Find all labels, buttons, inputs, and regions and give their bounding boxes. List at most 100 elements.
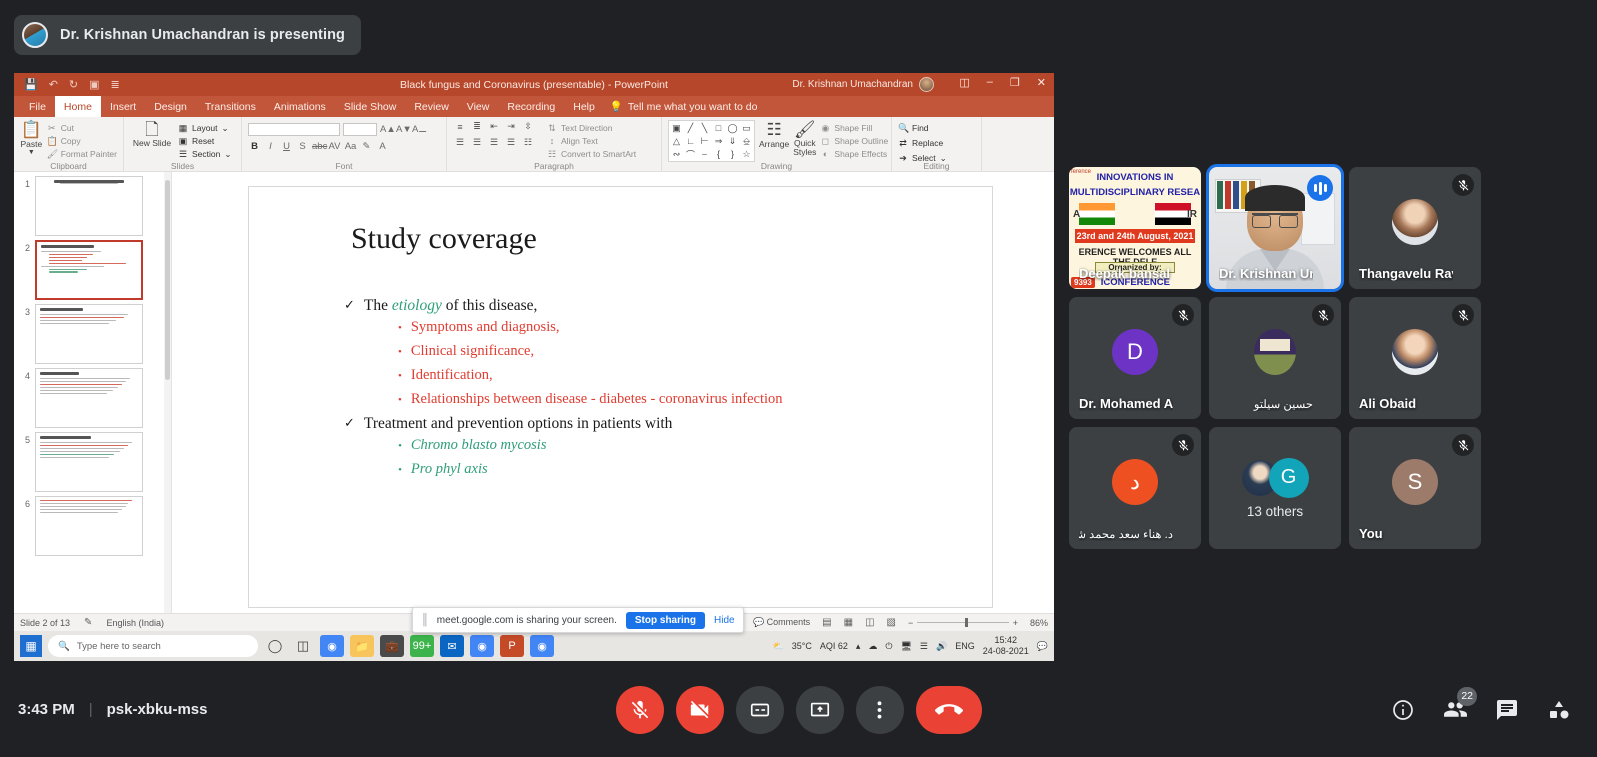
increase-indent-icon[interactable]: ⇥ <box>504 120 518 133</box>
justify-icon[interactable]: ☰ <box>504 136 518 149</box>
shape-line-icon[interactable]: ╱ <box>684 122 697 134</box>
shape-effects-button[interactable]: ◐ Shape Effects <box>820 148 888 160</box>
participant-tile-krishnan-umachandran[interactable]: Dr. Krishnan Um... <box>1206 164 1344 292</box>
thumbnail-preview[interactable] <box>35 368 143 428</box>
reset-button[interactable]: ▣ Reset <box>178 135 231 147</box>
taskbar-search-input[interactable]: 🔍 Type here to search <box>48 635 258 657</box>
show-hidden-icons[interactable]: ▴ <box>856 641 861 652</box>
task-view-icon[interactable]: ◫ <box>292 635 314 657</box>
weather-icon[interactable]: ⛅ <box>772 641 783 652</box>
participant-tile-ali-obaid[interactable]: Ali Obaid <box>1349 297 1481 419</box>
tab-view[interactable]: View <box>458 96 499 117</box>
stop-sharing-button[interactable]: Stop sharing <box>625 611 706 629</box>
ribbon-display-options-icon[interactable]: ◫ <box>959 76 969 89</box>
section-button[interactable]: ☰ Section ⌄ <box>178 148 232 160</box>
battery-icon[interactable]: ⏻ <box>885 641 892 652</box>
copy-button[interactable]: 📋 Copy <box>47 135 117 147</box>
slide-body-placeholder[interactable]: ✓ The etiology of this disease, • Sympto… <box>344 297 974 485</box>
convert-smartart-button[interactable]: ☷ Convert to SmartArt <box>547 148 636 160</box>
participant-tile-mohamed-ash[interactable]: D Dr. Mohamed Ash... <box>1069 297 1201 419</box>
slide-thumbnail-pane[interactable]: 1 2 3 4 5 6 <box>14 172 172 613</box>
shape-flowchart-icon[interactable]: ⎒ <box>740 135 753 147</box>
drag-handle-icon[interactable]: ║ <box>421 614 429 626</box>
language-label[interactable]: English (India) <box>106 618 164 628</box>
shape-star-icon[interactable]: ☆ <box>740 148 753 160</box>
slide-thumbnail[interactable]: 3 <box>14 300 171 364</box>
start-button[interactable]: ▦ <box>20 635 42 657</box>
increase-font-size-icon[interactable]: A▲ <box>380 124 396 135</box>
slide-title[interactable]: Study coverage <box>351 222 537 256</box>
thumbnail-preview[interactable] <box>35 304 143 364</box>
shape-textbox-icon[interactable]: ▣ <box>670 122 683 134</box>
taskbar-app-chrome[interactable]: ◉ <box>320 635 344 657</box>
network-icon[interactable]: 🖥 <box>900 641 911 652</box>
thumbnail-preview[interactable] <box>35 176 143 236</box>
tab-help[interactable]: Help <box>564 96 604 117</box>
more-options-button[interactable] <box>855 685 904 734</box>
clear-formatting-icon[interactable]: A⚊ <box>412 124 427 135</box>
thumbnail-scrollbar[interactable] <box>164 172 171 613</box>
tab-animations[interactable]: Animations <box>265 96 335 117</box>
paste-button[interactable]: 📋 Paste ▼ <box>20 120 43 156</box>
chevron-down-icon[interactable]: ▼ <box>28 149 35 156</box>
text-direction-button[interactable]: ⇅ Text Direction <box>547 122 636 134</box>
format-painter-button[interactable]: 🖌 Format Painter <box>47 148 117 160</box>
tab-slide-show[interactable]: Slide Show <box>335 96 406 117</box>
align-text-button[interactable]: ↕ Align Text <box>547 135 636 147</box>
slide-show-view-icon[interactable]: ▧ <box>887 617 896 628</box>
weather-temp[interactable]: 35°C <box>792 641 812 651</box>
shape-arc-icon[interactable]: ⌣ <box>698 148 711 160</box>
zoom-level-label[interactable]: 86% <box>1030 618 1048 628</box>
minimize-icon[interactable]: – <box>987 76 993 89</box>
taskbar-clock[interactable]: 15:42 24-08-2021 <box>983 635 1029 657</box>
thumbnail-preview[interactable] <box>35 432 143 492</box>
layout-button[interactable]: ▦ Layout ⌄ <box>178 122 231 134</box>
tab-insert[interactable]: Insert <box>101 96 145 117</box>
taskbar-app-powerpoint[interactable]: P <box>500 635 524 657</box>
show-everyone-icon[interactable]: 22 <box>1441 686 1477 724</box>
shape-right-arrow-icon[interactable]: ⇒ <box>712 135 725 147</box>
new-slide-button[interactable]: 🗋 New Slide <box>130 120 174 148</box>
slide-thumbnail[interactable]: 4 <box>14 364 171 428</box>
zoom-out-icon[interactable]: − <box>908 618 913 628</box>
shape-down-arrow-icon[interactable]: ⇓ <box>726 135 739 147</box>
comments-button[interactable]: 💬 Comments <box>753 617 810 628</box>
bullets-icon[interactable]: ≡ <box>453 120 467 133</box>
redo-icon[interactable]: ↻ <box>69 78 78 91</box>
align-right-icon[interactable]: ☰ <box>487 136 501 149</box>
hide-sharing-bar-button[interactable]: Hide <box>714 615 735 626</box>
thumbnail-preview[interactable] <box>35 240 143 300</box>
replace-button[interactable]: ⇄ Replace <box>898 137 947 149</box>
slide-thumbnail[interactable]: 5 <box>14 428 171 492</box>
current-slide[interactable]: Study coverage ✓ The etiology of this di… <box>248 186 993 608</box>
align-left-icon[interactable]: ☰ <box>453 136 467 149</box>
columns-icon[interactable]: ☷ <box>521 136 535 149</box>
shape-scribble-icon[interactable]: ∾ <box>670 148 683 160</box>
numbering-icon[interactable]: ≣ <box>470 120 484 133</box>
participant-tile-others[interactable]: G 13 others <box>1209 427 1341 549</box>
tab-home[interactable]: Home <box>54 96 101 117</box>
tab-recording[interactable]: Recording <box>498 96 564 117</box>
reading-view-icon[interactable]: ◫ <box>865 617 874 628</box>
slide-thumbnail[interactable]: 6 <box>14 492 171 556</box>
line-spacing-icon[interactable]: ⇳ <box>521 120 535 133</box>
leave-call-button[interactable] <box>915 685 982 734</box>
bluetooth-icon[interactable]: ☰ <box>920 641 928 652</box>
captions-button[interactable] <box>735 685 784 734</box>
slide-thumbnail[interactable]: 1 <box>14 172 171 236</box>
taskbar-app-meet[interactable]: ◉ <box>470 635 494 657</box>
shape-left-brace-icon[interactable]: { <box>712 148 725 160</box>
taskbar-app-chrome-2[interactable]: ◉ <box>530 635 554 657</box>
activities-icon[interactable] <box>1545 696 1573 724</box>
air-quality-index[interactable]: AQI 62 <box>820 641 848 651</box>
italic-button[interactable]: I <box>264 141 277 152</box>
shape-outline-button[interactable]: ◻ Shape Outline <box>820 135 889 147</box>
slide-thumbnail[interactable]: 2 <box>14 236 171 300</box>
shape-triangle-icon[interactable]: △ <box>670 135 683 147</box>
camera-off-button[interactable] <box>675 685 724 734</box>
present-now-button[interactable] <box>795 685 844 734</box>
decrease-font-size-icon[interactable]: A▼ <box>396 124 412 135</box>
shape-fill-button[interactable]: ◉ Shape Fill <box>820 122 888 134</box>
arrange-button[interactable]: ☷ Arrange <box>759 120 789 149</box>
shared-screen-content[interactable]: 💾 ↶ ↻ ▣ ≣ Black fungus and Coronavirus (… <box>14 73 1054 661</box>
